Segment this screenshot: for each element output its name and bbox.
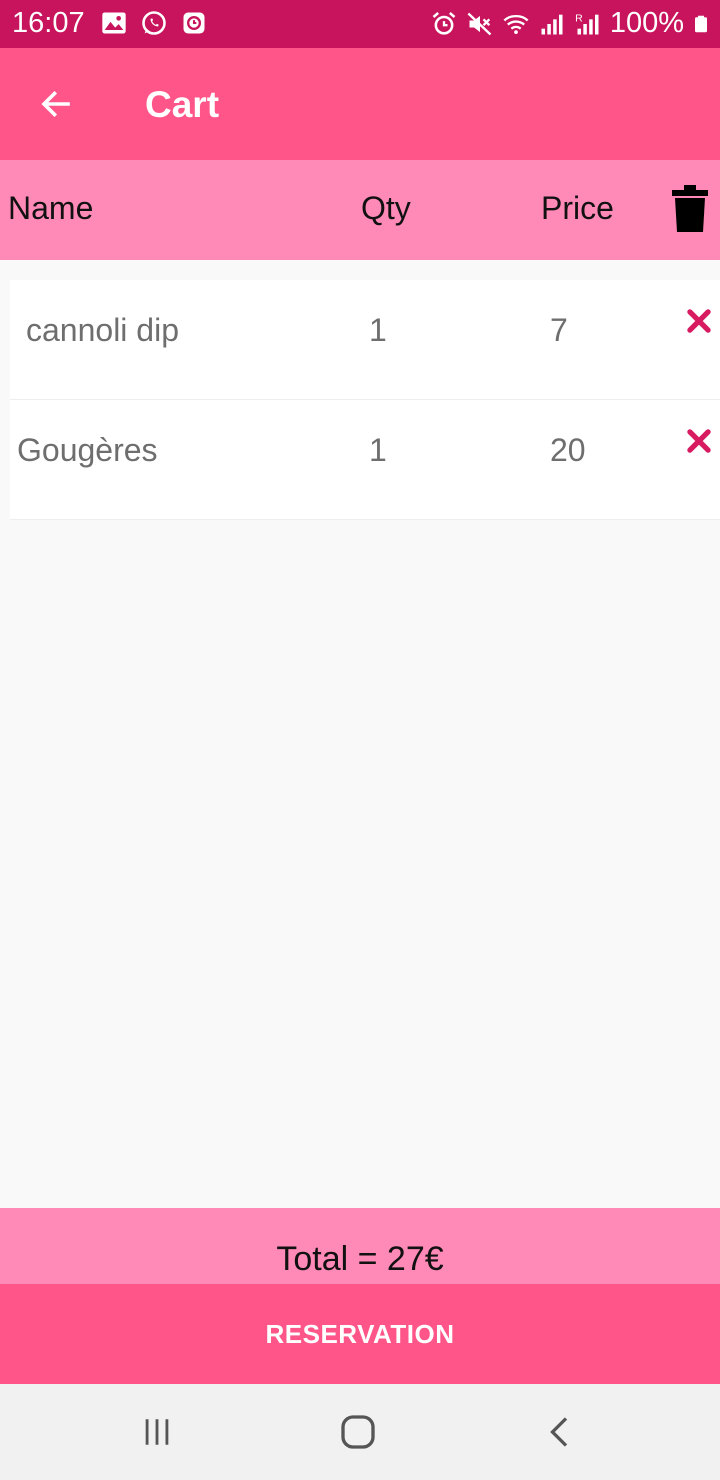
- arrow-left-icon: [41, 90, 70, 118]
- nav-back-button[interactable]: [538, 1412, 582, 1452]
- clear-cart-button[interactable]: [670, 184, 710, 234]
- app-bar: Cart: [0, 48, 720, 160]
- total-bar: Total = 27€: [0, 1208, 720, 1284]
- cart-item-row: Gougères 1 20: [10, 400, 720, 520]
- clock-app-icon: [183, 12, 205, 34]
- status-bar: 16:07 R 100%: [0, 0, 720, 48]
- item-name: cannoli dip: [26, 312, 179, 348]
- remove-item-button[interactable]: [686, 428, 712, 454]
- header-name: Name: [8, 190, 94, 226]
- header-qty: Qty: [361, 190, 411, 226]
- cart-table-header: Name Qty Price: [0, 160, 720, 260]
- alarm-icon: [432, 11, 456, 35]
- header-price: Price: [541, 190, 614, 226]
- recent-apps-icon: [145, 1419, 169, 1445]
- battery-icon: [695, 15, 707, 32]
- item-price: 7: [550, 312, 568, 348]
- system-indicators: R 100%: [430, 7, 710, 40]
- whatsapp-icon: [142, 11, 166, 35]
- wifi-icon: [503, 14, 529, 34]
- back-button[interactable]: [28, 76, 84, 132]
- item-price: 20: [550, 432, 586, 468]
- item-qty: 1: [369, 312, 387, 348]
- notification-icons: [100, 9, 208, 37]
- recent-apps-button[interactable]: [135, 1412, 179, 1452]
- back-icon: [550, 1417, 568, 1447]
- remove-item-button[interactable]: [686, 308, 712, 334]
- cart-item-row: cannoli dip 1 7: [10, 280, 720, 400]
- status-time: 16:07: [12, 7, 85, 39]
- battery-percentage: 100%: [609, 7, 684, 39]
- image-icon: [102, 12, 126, 34]
- item-qty: 1: [369, 432, 387, 468]
- home-button[interactable]: [336, 1412, 380, 1452]
- item-name: Gougères: [17, 432, 158, 468]
- signal-roaming-icon: R: [575, 12, 599, 34]
- svg-text:R: R: [575, 12, 583, 24]
- trash-icon: [672, 185, 708, 232]
- close-icon: [687, 309, 711, 333]
- page-title: Cart: [145, 84, 220, 125]
- home-icon: [341, 1415, 375, 1449]
- reservation-button[interactable]: RESERVATION: [0, 1284, 720, 1384]
- cart-screen: 16:07 R 100% Cart Name Qty Price cannoli…: [0, 0, 720, 1480]
- system-nav-bar: [0, 1384, 720, 1480]
- total-amount: Total = 27€: [276, 1240, 444, 1278]
- mute-icon: [467, 12, 492, 35]
- cart-list: cannoli dip 1 7 Gougères 1 20: [10, 280, 720, 520]
- close-icon: [687, 429, 711, 453]
- signal-icon: [541, 14, 563, 34]
